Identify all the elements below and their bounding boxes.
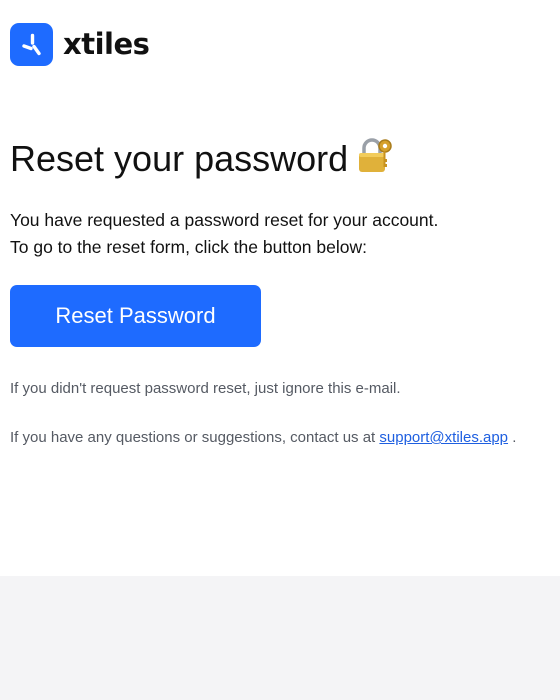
contact-note: If you have any questions or suggestions…	[10, 428, 516, 448]
lock-with-key-icon	[356, 137, 394, 186]
message-line-1: You have requested a password reset for …	[10, 210, 439, 230]
email-body: xtiles Reset your password You have requ…	[0, 0, 560, 576]
xtiles-logo-icon	[10, 23, 53, 66]
footer-area	[0, 576, 560, 700]
ignore-note: If you didn't request password reset, ju…	[10, 380, 401, 397]
title-text: Reset your password	[10, 138, 349, 179]
message-line-2: To go to the reset form, click the butto…	[10, 237, 367, 257]
reset-password-button[interactable]: Reset Password	[10, 285, 261, 347]
page-title: Reset your password	[10, 136, 394, 186]
contact-suffix: .	[508, 429, 517, 446]
support-email-link[interactable]: support@xtiles.app	[379, 429, 508, 446]
contact-prefix: If you have any questions or suggestions…	[10, 429, 380, 446]
message-text: You have requested a password reset for …	[10, 207, 438, 261]
xtiles-logo[interactable]: xtiles	[10, 23, 150, 66]
logo-wordmark: xtiles	[63, 27, 150, 61]
